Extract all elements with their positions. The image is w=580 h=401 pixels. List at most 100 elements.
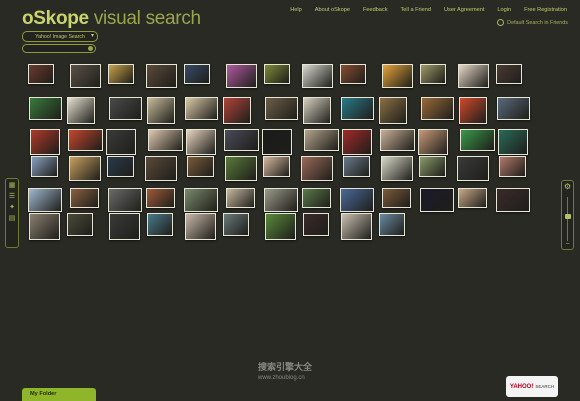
- image-thumbnail[interactable]: [224, 129, 259, 151]
- image-thumbnail[interactable]: [303, 213, 329, 236]
- image-thumbnail[interactable]: [498, 129, 528, 155]
- image-thumbnail[interactable]: [420, 64, 446, 84]
- image-thumbnail[interactable]: [31, 156, 58, 177]
- nav-free-registration[interactable]: Free Registration: [524, 7, 567, 13]
- image-thumbnail[interactable]: [382, 64, 413, 88]
- image-thumbnail[interactable]: [108, 188, 142, 212]
- image-thumbnail[interactable]: [29, 97, 62, 120]
- image-thumbnail[interactable]: [70, 188, 99, 208]
- image-thumbnail[interactable]: [148, 129, 183, 151]
- image-thumbnail[interactable]: [499, 156, 526, 177]
- image-thumbnail[interactable]: [108, 64, 134, 84]
- image-thumbnail[interactable]: [343, 156, 370, 177]
- image-thumbnail[interactable]: [301, 156, 333, 181]
- nav-tell-friend[interactable]: Tell a Friend: [401, 7, 431, 13]
- image-thumbnail[interactable]: [419, 156, 446, 177]
- image-thumbnail[interactable]: [69, 156, 101, 181]
- my-folder-tab[interactable]: My Folder: [22, 388, 96, 401]
- image-thumbnail[interactable]: [340, 188, 374, 212]
- image-thumbnail[interactable]: [187, 156, 214, 177]
- zoom-out-icon[interactable]: −: [562, 241, 573, 248]
- image-thumbnail[interactable]: [146, 64, 177, 88]
- image-thumbnail[interactable]: [458, 188, 487, 208]
- search-icon[interactable]: [88, 46, 93, 51]
- image-thumbnail[interactable]: [225, 156, 257, 181]
- image-thumbnail[interactable]: [341, 97, 374, 120]
- nav-user-agreement[interactable]: User Agreement: [444, 7, 484, 13]
- image-thumbnail[interactable]: [67, 213, 93, 236]
- image-thumbnail[interactable]: [263, 156, 290, 177]
- image-thumbnail[interactable]: [109, 213, 140, 240]
- image-thumbnail[interactable]: [68, 129, 103, 151]
- image-thumbnail[interactable]: [459, 97, 487, 124]
- image-thumbnail[interactable]: [457, 156, 489, 181]
- yahoo-search-badge[interactable]: YAHOO! SEARCH: [506, 376, 558, 397]
- nav-login[interactable]: Login: [497, 7, 511, 13]
- app-logo[interactable]: oSkope visual search: [22, 8, 201, 30]
- zoom-slider-handle[interactable]: [565, 214, 571, 219]
- image-thumbnail[interactable]: [382, 188, 411, 208]
- image-thumbnail[interactable]: [381, 156, 413, 181]
- image-thumbnail[interactable]: [265, 213, 296, 240]
- image-thumbnail[interactable]: [226, 188, 255, 208]
- grid-view-icon[interactable]: ▦: [8, 182, 16, 190]
- image-thumbnail[interactable]: [379, 213, 405, 236]
- image-thumbnail[interactable]: [497, 97, 530, 120]
- image-thumbnail[interactable]: [147, 213, 173, 236]
- image-thumbnail[interactable]: [186, 129, 216, 155]
- image-thumbnail[interactable]: [185, 97, 218, 120]
- image-thumbnail[interactable]: [28, 188, 62, 212]
- image-thumbnail[interactable]: [303, 97, 331, 124]
- image-thumbnail[interactable]: [379, 97, 407, 124]
- image-thumbnail[interactable]: [265, 97, 298, 120]
- image-thumbnail[interactable]: [70, 64, 101, 88]
- search-input[interactable]: [22, 44, 96, 53]
- nav-feedback[interactable]: Feedback: [363, 7, 388, 13]
- image-thumbnail[interactable]: [146, 188, 175, 208]
- image-thumbnail[interactable]: [226, 64, 257, 88]
- image-thumbnail[interactable]: [29, 213, 60, 240]
- default-search-label: Default Search in Friends: [507, 19, 568, 26]
- image-thumbnail[interactable]: [496, 64, 522, 84]
- image-thumbnail[interactable]: [302, 64, 333, 88]
- image-thumbnail[interactable]: [421, 97, 454, 120]
- image-thumbnail[interactable]: [460, 129, 495, 151]
- list-view-icon[interactable]: ☰: [8, 193, 16, 201]
- image-thumbnail[interactable]: [106, 129, 136, 155]
- image-thumbnail[interactable]: [185, 213, 216, 240]
- image-thumbnail[interactable]: [418, 129, 448, 155]
- image-thumbnail[interactable]: [380, 129, 415, 151]
- image-thumbnail[interactable]: [340, 64, 366, 84]
- image-thumbnail[interactable]: [184, 188, 218, 212]
- image-thumbnail[interactable]: [262, 129, 292, 155]
- image-thumbnail[interactable]: [341, 213, 372, 240]
- search-source-select[interactable]: Yahoo! Image Search ▾: [22, 31, 98, 42]
- image-thumbnail[interactable]: [420, 188, 454, 212]
- cluster-view-icon[interactable]: ✦: [8, 204, 16, 212]
- stack-view-icon[interactable]: ▤: [8, 215, 16, 223]
- image-thumbnail[interactable]: [264, 188, 298, 212]
- chevron-down-icon: ▾: [90, 33, 94, 39]
- image-thumbnail[interactable]: [264, 64, 290, 84]
- image-thumbnail[interactable]: [458, 64, 489, 88]
- image-thumbnail[interactable]: [223, 97, 251, 124]
- nav-about[interactable]: About oSkope: [315, 7, 350, 13]
- image-thumbnail[interactable]: [67, 97, 95, 124]
- image-thumbnail[interactable]: [496, 188, 530, 212]
- image-thumbnail[interactable]: [147, 97, 175, 124]
- image-thumbnail[interactable]: [30, 129, 60, 155]
- gear-icon[interactable]: ⚙: [562, 182, 573, 191]
- image-thumbnail[interactable]: [304, 129, 339, 151]
- nav-help[interactable]: Help: [290, 7, 302, 13]
- image-thumbnail[interactable]: [107, 156, 134, 177]
- image-thumbnail[interactable]: [109, 97, 142, 120]
- image-thumbnail[interactable]: [223, 213, 249, 236]
- image-thumbnail[interactable]: [28, 64, 54, 84]
- image-thumbnail[interactable]: [342, 129, 372, 155]
- image-thumbnail[interactable]: [145, 156, 177, 181]
- default-search-toggle[interactable]: Default Search in Friends: [497, 19, 568, 26]
- zoom-slider-track[interactable]: [567, 197, 568, 241]
- watermark-text: 搜索引擎大全: [258, 362, 313, 372]
- image-thumbnail[interactable]: [302, 188, 331, 208]
- image-thumbnail[interactable]: [184, 64, 210, 84]
